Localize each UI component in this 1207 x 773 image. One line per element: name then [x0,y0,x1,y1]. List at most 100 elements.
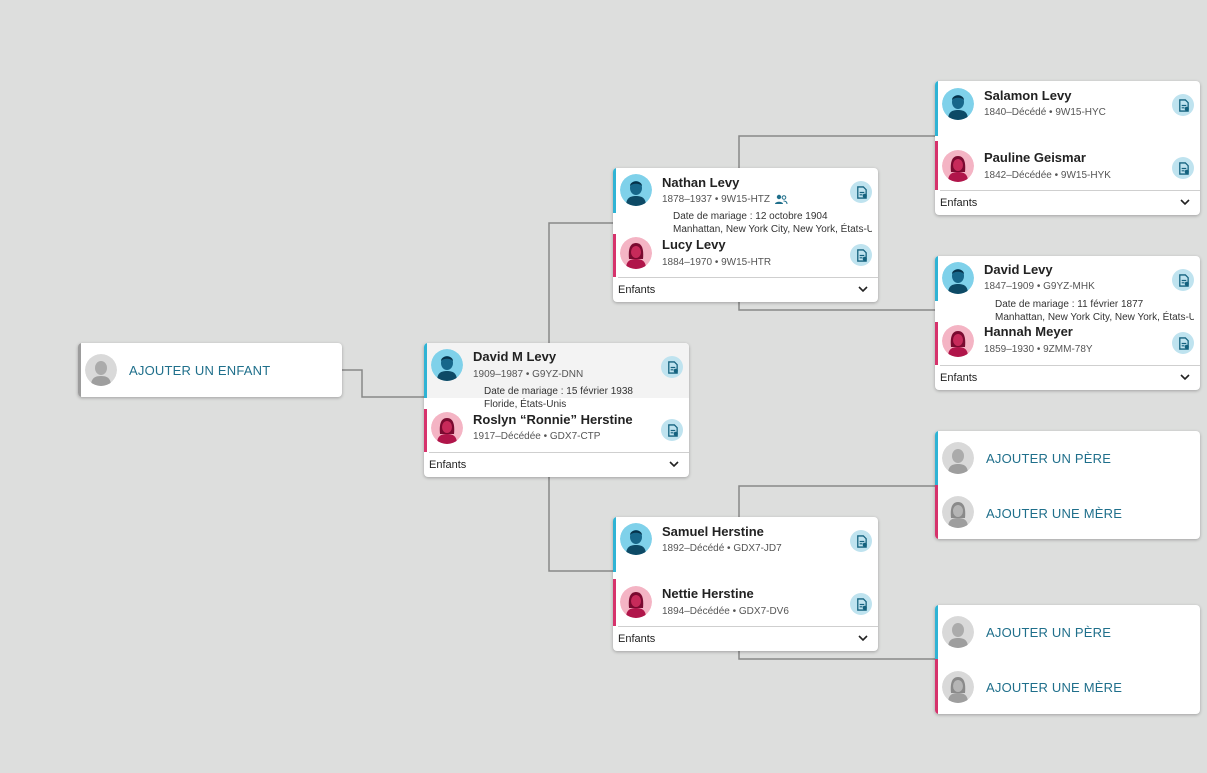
marriage-info: Date de mariage : 11 février 1877 Manhat… [995,298,1194,324]
record-hints-button[interactable] [1172,94,1194,116]
person-name[interactable]: Nettie Herstine [662,586,754,601]
person-samuel-herstine[interactable]: Samuel Herstine 1892–Décédé • GDX7-JD7 [613,517,878,572]
record-hints-button[interactable] [850,530,872,552]
children-label: Enfants [618,633,656,645]
record-hints-button[interactable] [1172,157,1194,179]
children-dropdown[interactable]: Enfants [618,626,878,651]
record-hints-button[interactable] [1172,269,1194,291]
person-lifespan-id: 1909–1987 • G9YZ-DNN [473,369,584,380]
record-icon [1177,274,1190,287]
add-father-link[interactable]: AJOUTER UN PÈRE [986,451,1111,466]
person-name[interactable]: David Levy [984,262,1053,277]
add-mother-link[interactable]: AJOUTER UNE MÈRE [986,680,1122,695]
male-avatar-icon [620,174,652,206]
add-mother-row[interactable]: AJOUTER UNE MÈRE [935,659,1200,714]
person-lifespan-id: 1842–Décédée • 9W15-HYK [984,170,1111,181]
person-lifespan-id: 1917–Décédée • GDX7-CTP [473,431,601,442]
person-name[interactable]: Hannah Meyer [984,324,1073,339]
person-hannah-meyer[interactable]: Hannah Meyer 1859–1930 • 9ZMM-78Y [935,322,1200,365]
add-child-card[interactable]: AJOUTER UN ENFANT [78,343,342,397]
person-nathan-levy[interactable]: Nathan Levy 1878–1937 • 9W15-HTZ [613,168,878,213]
female-avatar-icon [942,150,974,182]
person-name[interactable]: David M Levy [473,349,556,364]
female-avatar-icon [942,325,974,357]
person-lifespan-id: 1859–1930 • 9ZMM-78Y [984,344,1093,355]
add-mother-row[interactable]: AJOUTER UNE MÈRE [935,485,1200,539]
lucy-parents-card: David Levy 1847–1909 • G9YZ-MHK Date de … [935,256,1200,390]
record-icon [1177,162,1190,175]
male-avatar-icon [942,88,974,120]
add-father-row[interactable]: AJOUTER UN PÈRE [935,605,1200,659]
record-hints-button[interactable] [661,356,683,378]
person-placeholder-icon [85,354,117,386]
family-members-icon[interactable] [774,194,788,205]
add-father-link[interactable]: AJOUTER UN PÈRE [986,625,1111,640]
female-placeholder-icon [942,671,974,703]
children-dropdown[interactable]: Enfants [618,277,878,302]
male-avatar-icon [431,349,463,381]
children-dropdown[interactable]: Enfants [940,365,1200,390]
record-hints-button[interactable] [661,419,683,441]
record-icon [1177,337,1190,350]
person-name[interactable]: Pauline Geismar [984,150,1086,165]
record-icon [855,186,868,199]
person-name[interactable]: Salamon Levy [984,88,1071,103]
chevron-down-icon [1178,370,1192,384]
person-roslyn-herstine[interactable]: Roslyn “Ronnie” Herstine 1917–Décédée • … [424,409,689,452]
record-hints-button[interactable] [1172,332,1194,354]
root-couple-card: David M Levy 1909–1987 • G9YZ-DNN Date d… [424,343,689,477]
chevron-down-icon [1178,195,1192,209]
marriage-date: Date de mariage : 12 octobre 1904 [673,211,828,222]
record-icon [666,361,679,374]
person-name[interactable]: Lucy Levy [662,237,726,252]
person-lifespan-id: 1894–Décédée • GDX7-DV6 [662,606,789,617]
children-dropdown[interactable]: Enfants [940,190,1200,215]
male-avatar-icon [942,262,974,294]
add-child-link[interactable]: AJOUTER UN ENFANT [129,363,270,378]
person-pauline-geismar[interactable]: Pauline Geismar 1842–Décédée • 9W15-HYK [935,141,1200,190]
person-name[interactable]: Roslyn “Ronnie” Herstine [473,412,633,427]
person-name[interactable]: Samuel Herstine [662,524,764,539]
record-hints-button[interactable] [850,593,872,615]
children-label: Enfants [429,459,467,471]
person-lifespan-id: 1840–Décédé • 9W15-HYC [984,107,1106,118]
add-father-row[interactable]: AJOUTER UN PÈRE [935,431,1200,485]
record-icon [666,424,679,437]
chevron-down-icon [856,631,870,645]
children-label: Enfants [940,197,978,209]
person-lifespan-id: 1878–1937 • 9W15-HTZ [662,194,788,205]
person-lifespan-id: 1892–Décédé • GDX7-JD7 [662,543,782,554]
record-icon [1177,99,1190,112]
children-dropdown[interactable]: Enfants [429,452,689,477]
male-avatar-icon [620,523,652,555]
nettie-parents-card: AJOUTER UN PÈRE AJOUTER UNE MÈRE [935,605,1200,714]
female-placeholder-icon [942,496,974,528]
person-lifespan-id: 1884–1970 • 9W15-HTR [662,257,772,268]
chevron-down-icon [856,282,870,296]
male-placeholder-icon [942,442,974,474]
male-placeholder-icon [942,616,974,648]
pedigree-canvas[interactable]: AJOUTER UN ENFANT David M Levy 1909–1987… [0,0,1207,773]
person-nettie-herstine[interactable]: Nettie Herstine 1894–Décédée • GDX7-DV6 [613,579,878,626]
add-mother-link[interactable]: AJOUTER UNE MÈRE [986,506,1122,521]
children-label: Enfants [618,284,656,296]
mother-couple-card: Samuel Herstine 1892–Décédé • GDX7-JD7 N… [613,517,878,651]
female-avatar-icon [431,412,463,444]
record-icon [855,598,868,611]
record-hints-button[interactable] [850,181,872,203]
female-avatar-icon [620,586,652,618]
marriage-date: Date de mariage : 15 février 1938 [484,386,633,397]
chevron-down-icon [667,457,681,471]
nathan-parents-card: Salamon Levy 1840–Décédé • 9W15-HYC Paul… [935,81,1200,215]
marriage-info: Date de mariage : 12 octobre 1904 Manhat… [673,210,872,236]
record-hints-button[interactable] [850,244,872,266]
marriage-info: Date de mariage : 15 février 1938 Florid… [484,385,683,411]
person-salamon-levy[interactable]: Salamon Levy 1840–Décédé • 9W15-HYC [935,81,1200,136]
samuel-parents-card: AJOUTER UN PÈRE AJOUTER UNE MÈRE [935,431,1200,539]
person-david-levy[interactable]: David Levy 1847–1909 • G9YZ-MHK [935,256,1200,301]
marriage-date: Date de mariage : 11 février 1877 [995,299,1144,310]
person-lucy-levy[interactable]: Lucy Levy 1884–1970 • 9W15-HTR [613,234,878,277]
children-label: Enfants [940,372,978,384]
record-icon [855,249,868,262]
person-name[interactable]: Nathan Levy [662,175,739,190]
